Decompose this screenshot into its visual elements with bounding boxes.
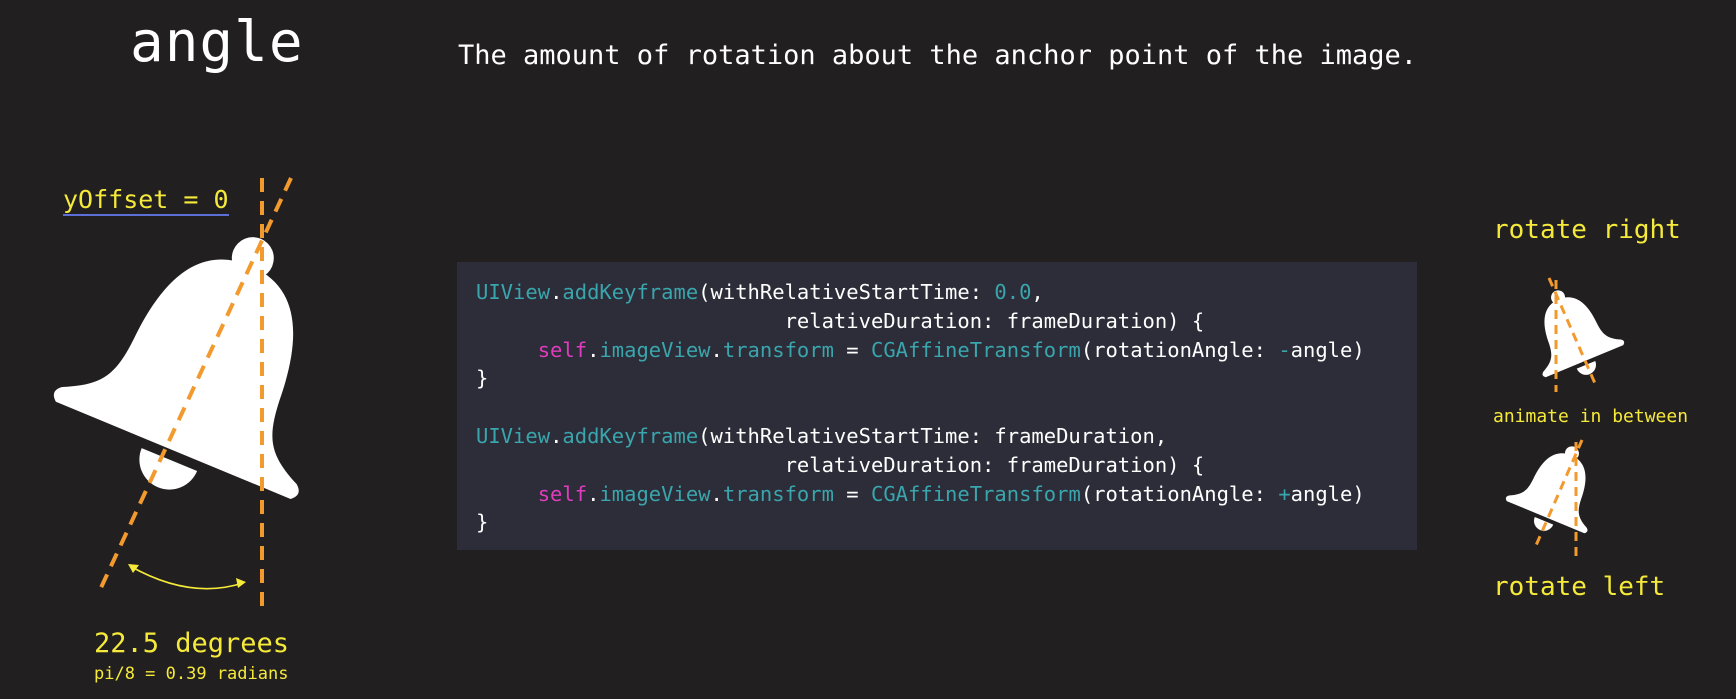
- bell-icon: [1542, 290, 1625, 378]
- animate-between-label: animate in between: [1493, 406, 1689, 427]
- rotate-left-label: rotate left: [1493, 572, 1666, 602]
- code-text: UIView.addKeyframe(withRelativeStartTime…: [476, 278, 1417, 537]
- code-line: }: [476, 366, 489, 391]
- rotate-right-label: rotate right: [1493, 215, 1681, 245]
- code-line: }: [476, 510, 489, 535]
- large-bell-diagram: [53, 177, 299, 615]
- code-line: self.imageView.transform = CGAffineTrans…: [537, 481, 1365, 506]
- page-subtitle: The amount of rotation about the anchor …: [458, 40, 1418, 71]
- yoffset-label: yOffset = 0: [63, 185, 229, 216]
- code-block: UIView.addKeyframe(withRelativeStartTime…: [457, 262, 1417, 550]
- angle-degrees: 22.5 degrees: [94, 628, 290, 659]
- code-line: self.imageView.transform = CGAffineTrans…: [537, 337, 1365, 362]
- code-line: UIView.addKeyframe(withRelativeStartTime…: [476, 280, 1044, 304]
- rotation-arrow-icon: [129, 565, 244, 590]
- bell-icon: [53, 237, 299, 499]
- bell-icon: [1505, 446, 1588, 534]
- code-line: UIView.addKeyframe(withRelativeStartTime…: [476, 423, 1168, 448]
- code-line: relativeDuration: frameDuration) {: [784, 452, 1205, 477]
- angle-radians: pi/8 = 0.39 radians: [94, 664, 289, 684]
- code-line: relativeDuration: frameDuration) {: [784, 308, 1205, 333]
- bell-rotated-right: [1542, 277, 1625, 392]
- bell-rotated-left: [1505, 439, 1588, 556]
